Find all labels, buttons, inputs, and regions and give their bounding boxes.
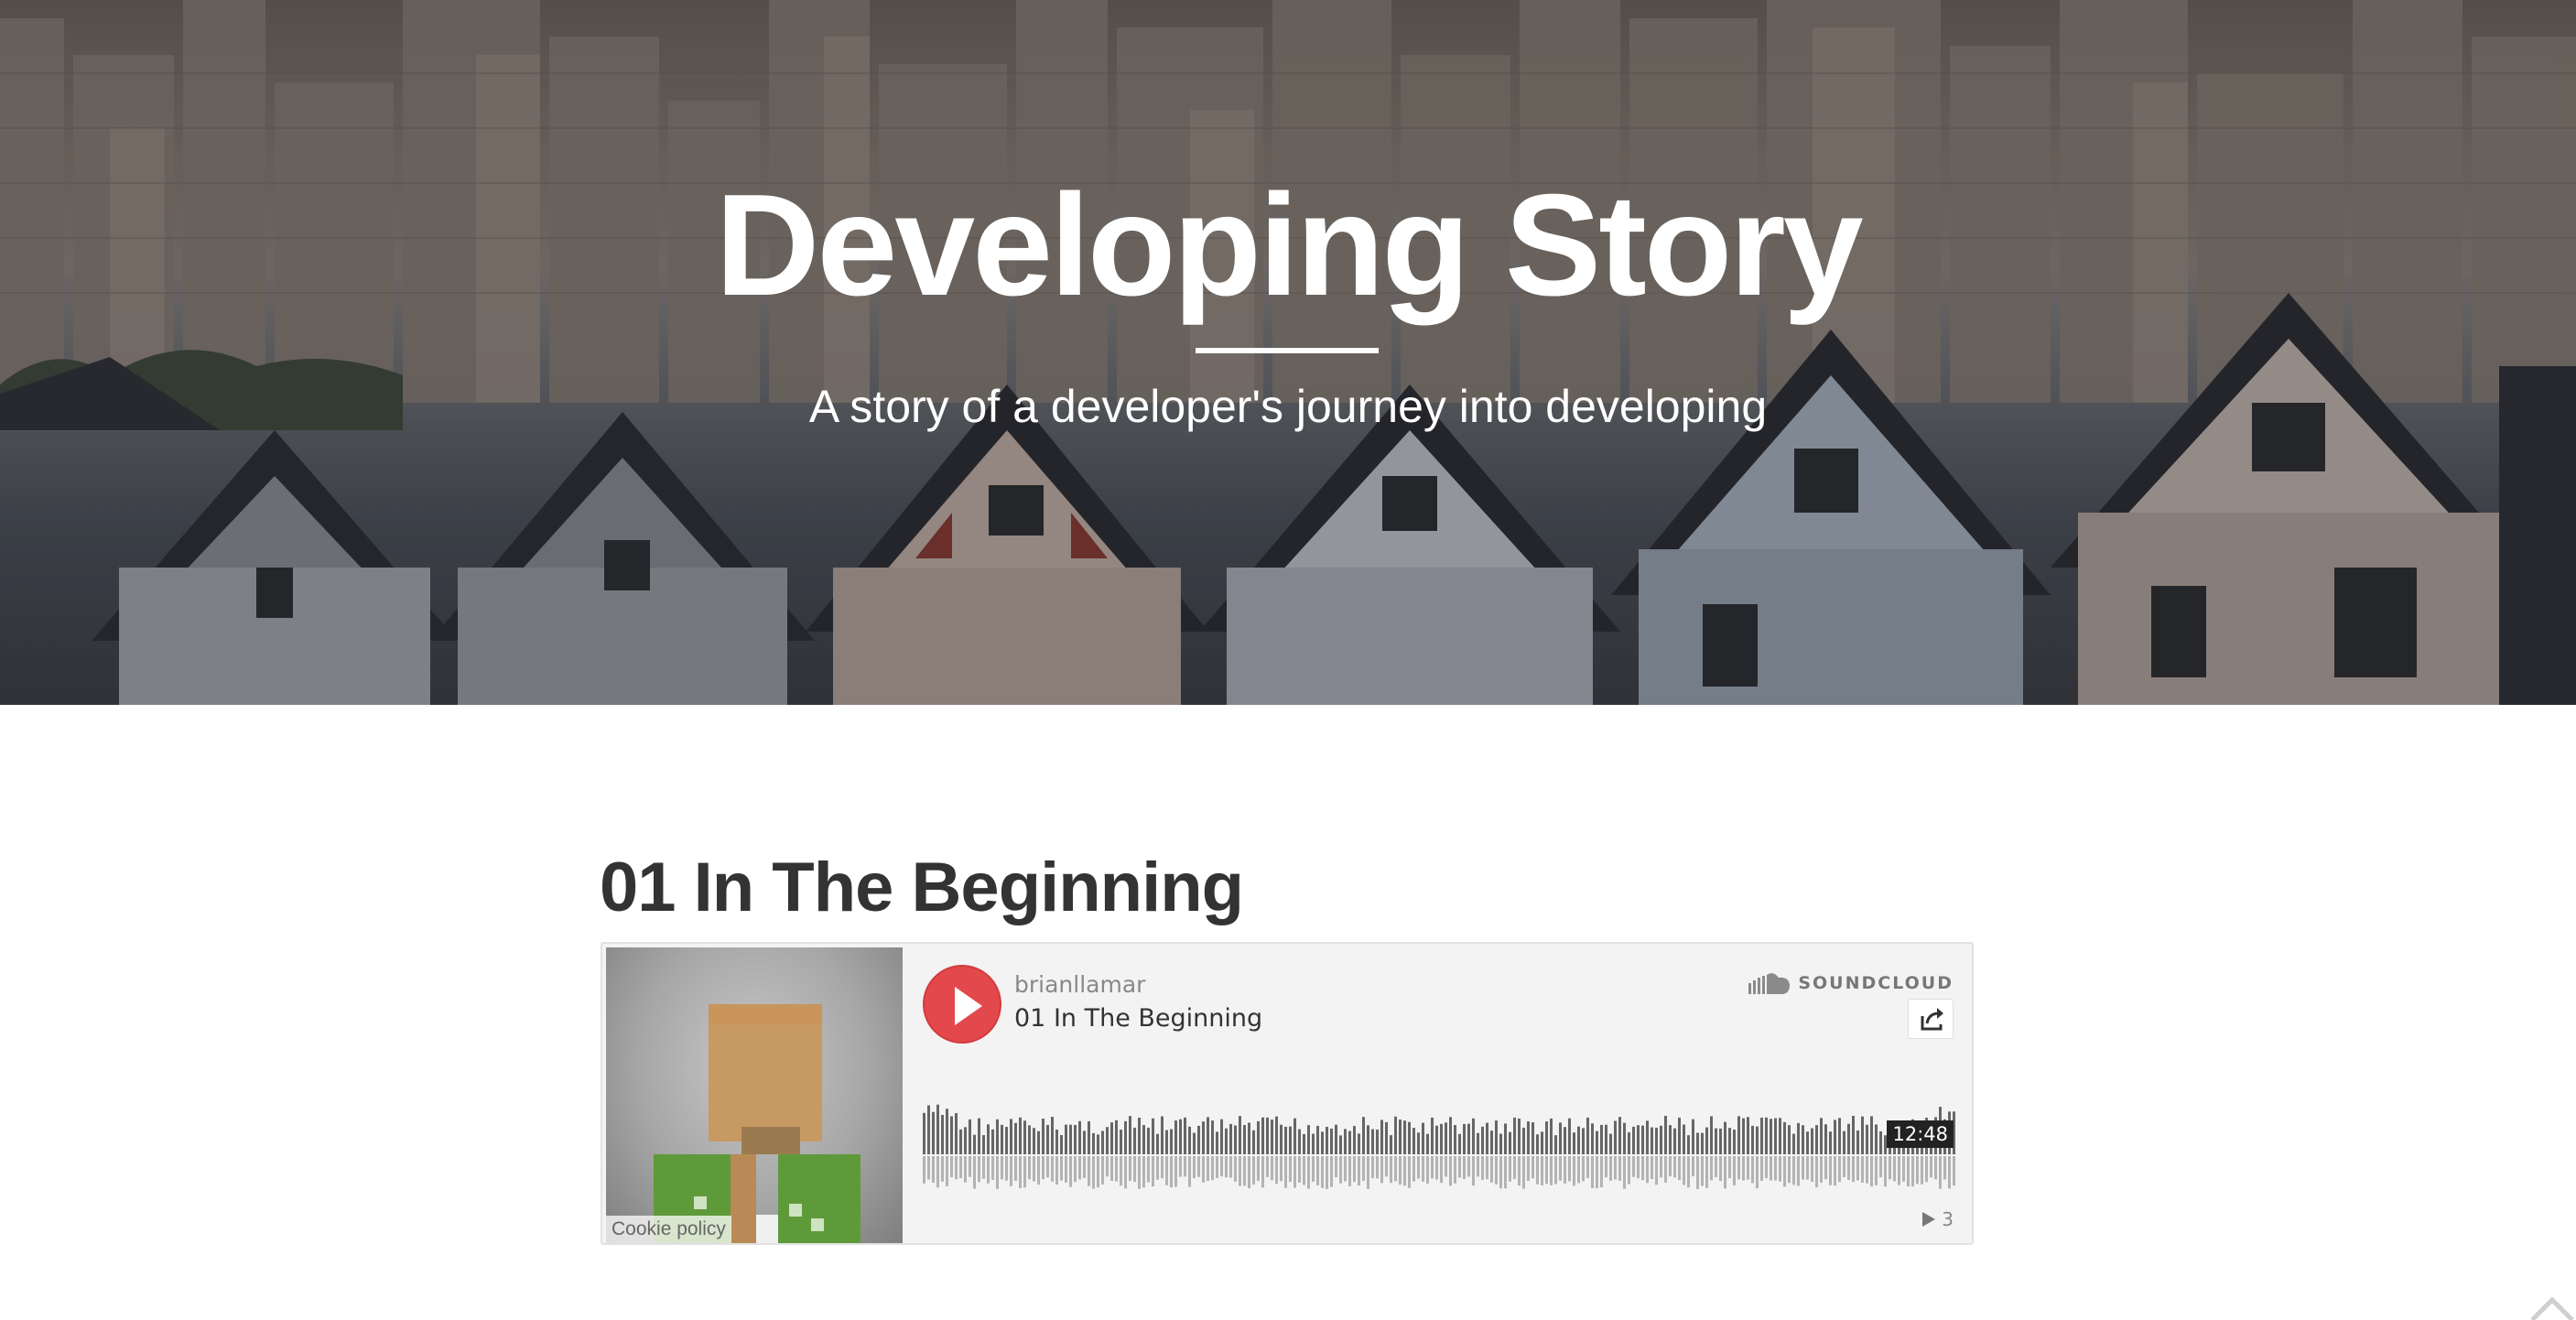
soundcloud-logo-link[interactable]: SOUNDCLOUD — [1748, 969, 1954, 997]
title-divider — [1196, 348, 1379, 353]
share-icon — [1921, 1008, 1943, 1031]
play-count-value: 3 — [1942, 1208, 1954, 1230]
play-button[interactable] — [923, 965, 1001, 1044]
soundcloud-player: Cookie policy brianllamar 01 In The Begi… — [601, 942, 1974, 1245]
share-button[interactable] — [1908, 999, 1954, 1039]
play-count: 3 — [1921, 1208, 1954, 1230]
cookie-policy-link[interactable]: Cookie policy — [606, 1216, 731, 1243]
site-title: Developing Story — [715, 165, 1863, 326]
site-subtitle: A story of a developer's journey into de… — [808, 381, 1768, 432]
scroll-to-top-button[interactable] — [2525, 1293, 2576, 1320]
uploader-name-link[interactable]: brianllamar — [1014, 971, 1145, 998]
play-icon — [955, 987, 982, 1025]
track-title-link[interactable]: 01 In The Beginning — [1014, 1004, 1262, 1033]
soundcloud-logo-icon — [1748, 973, 1791, 994]
hero-banner: Developing Story A story of a developer'… — [0, 0, 2576, 705]
chevron-up-icon — [2530, 1296, 2574, 1320]
track-artwork[interactable]: Cookie policy — [606, 947, 903, 1243]
track-duration: 12:48 — [1887, 1120, 1954, 1148]
waveform-seek-bar[interactable] — [923, 1068, 1957, 1211]
post-title[interactable]: 01 In The Beginning — [600, 844, 1244, 932]
plays-count-icon — [1922, 1212, 1936, 1227]
pixel-avatar-image — [654, 1004, 860, 1243]
soundcloud-brand-text: SOUNDCLOUD — [1798, 973, 1954, 993]
